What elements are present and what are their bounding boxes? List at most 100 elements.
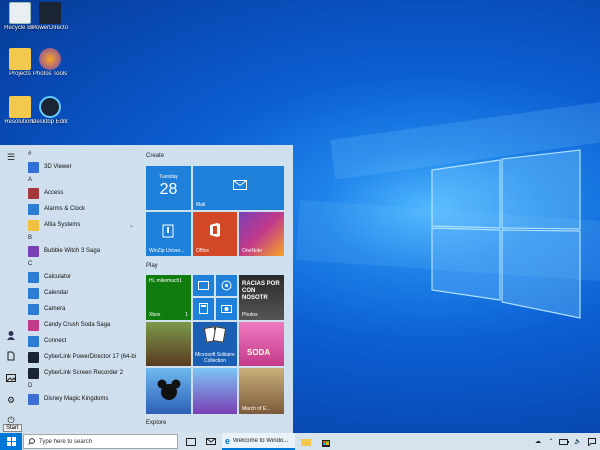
tile-onenote[interactable]: OneNote — [239, 212, 284, 256]
film-icon — [198, 281, 209, 290]
app-list-item[interactable]: 3D Viewer — [24, 159, 136, 175]
tile-office[interactable]: Office — [193, 212, 237, 256]
tile-march-of-empires[interactable]: March of E... — [239, 368, 284, 414]
app-list-item[interactable]: Calendar — [24, 285, 136, 301]
tile-camera[interactable] — [216, 298, 237, 320]
user-avatar-icon[interactable] — [5, 329, 17, 341]
battery-icon[interactable] — [558, 433, 570, 450]
calendar-day: Tuesday — [159, 174, 178, 180]
app-list-item[interactable]: Disney Magic Kingdoms — [24, 391, 136, 407]
app-icon — [28, 287, 39, 299]
mail-icon — [233, 180, 247, 190]
app-list-item-label: Candy Crush Soda Saga — [44, 322, 111, 328]
app-list-item-label: Alarms & Clock — [44, 206, 86, 212]
app-list-item-label: Calculator — [44, 274, 72, 280]
app-list-item[interactable]: Candy Crush Soda Saga — [24, 317, 136, 333]
desktop-icon[interactable]: Desktop Editor — [32, 96, 68, 126]
app-list-item[interactable]: Alarms & Clock — [24, 201, 136, 217]
tile-mail[interactable]: Mail — [193, 166, 284, 210]
documents-icon[interactable] — [5, 350, 17, 362]
task-view-icon — [186, 437, 196, 446]
edge-window-button[interactable]: e Welcome to Windo... — [222, 433, 295, 450]
app-list-item-label: Access — [44, 190, 64, 196]
tile-area: Create Tuesday 28 Mail WinZip Univer... … — [145, 145, 293, 433]
hamburger-menu-icon[interactable]: ☰ — [5, 151, 17, 163]
app-icon — [28, 271, 39, 283]
tile-photos[interactable]: RACIAS POR CON NOSOTR Photos — [239, 275, 284, 320]
show-hidden-icons-chevron-icon[interactable]: ⌃ — [546, 433, 556, 450]
tile-minecraft[interactable] — [146, 322, 191, 366]
camera-icon — [221, 305, 232, 313]
volume-icon[interactable]: 🔈 — [572, 433, 584, 450]
app-list-item-label: Bubble Witch 3 Saga — [44, 248, 101, 254]
taskbar-search-box[interactable]: Type here to search — [23, 434, 178, 449]
app-list-section-header[interactable]: A — [24, 175, 136, 185]
store-button[interactable] — [317, 433, 335, 450]
file-explorer-button[interactable] — [297, 433, 315, 450]
calculator-icon — [199, 303, 208, 314]
xbox-badge: 1 — [185, 312, 188, 318]
start-rail: ☰ ⚙ ⏻ Start — [0, 145, 22, 433]
app-list-item[interactable]: CyberLink Screen Recorder 2 — [24, 365, 136, 381]
app-list-section-header[interactable]: C — [24, 259, 136, 269]
action-center-icon[interactable] — [586, 433, 598, 450]
app-list-item[interactable]: Bubble Witch 3 Saga — [24, 243, 136, 259]
app-list-item[interactable]: Access — [24, 185, 136, 201]
app-list-item[interactable]: Calculator — [24, 269, 136, 285]
tile-label: Mail — [196, 202, 206, 208]
winzip-icon — [162, 224, 174, 238]
mail-taskbar-button[interactable] — [202, 433, 220, 450]
app-list-item-label: CyberLink Screen Recorder 2 — [44, 370, 124, 376]
tile-disney-magic-kingdoms[interactable] — [146, 368, 191, 414]
app-list-item[interactable]: Altia Systems ⌄ — [24, 217, 136, 233]
tile-winzip[interactable]: WinZip Univer... — [146, 212, 191, 256]
tile-xbox[interactable]: Hi, mikemuch1 Xbox 1 — [146, 275, 191, 320]
tile-bubble-witch[interactable] — [193, 368, 237, 414]
tile-solitaire[interactable]: Microsoft Solitaire Collection — [193, 322, 237, 366]
recycle-bin-icon — [9, 2, 31, 24]
mail-icon — [206, 438, 216, 445]
task-view-button[interactable] — [182, 433, 200, 450]
pictures-icon[interactable] — [5, 372, 17, 384]
folder-icon — [9, 96, 31, 118]
folder-icon — [301, 438, 311, 446]
app-list-item[interactable]: Camera — [24, 301, 136, 317]
app-icon — [28, 203, 39, 215]
app-icon — [28, 335, 39, 347]
edge-window-title: Welcome to Windo... — [233, 437, 289, 444]
tile-label: Office — [196, 248, 209, 254]
edge-icon: e — [225, 435, 231, 446]
calendar-date: 28 — [159, 181, 178, 198]
card-icon — [212, 326, 227, 343]
xbox-greeting: Hi, mikemuch1 — [149, 278, 183, 284]
start-tooltip: Start — [3, 424, 22, 432]
app-list-section-header[interactable]: B — [24, 233, 136, 243]
app-list-item[interactable]: CyberLink PowerDirector 17 (64-bit) — [24, 349, 136, 365]
tile-groove[interactable] — [216, 275, 237, 296]
app-icon — [28, 367, 39, 379]
desktop-icon-label: PowerDirector — [32, 25, 68, 31]
search-icon — [28, 438, 35, 445]
app-list-item[interactable]: Connect — [24, 333, 136, 349]
desktop-icon[interactable]: Photos Tools — [32, 48, 68, 78]
expand-chevron-icon[interactable]: ⌄ — [129, 222, 136, 229]
music-disc-icon — [221, 280, 232, 291]
app-list: #3D Viewer A Access Alarms & Clock Altia Sys… — [24, 149, 136, 433]
taskbar: Type here to search e Welcome to Windo..… — [0, 433, 600, 450]
app-icon — [28, 161, 39, 173]
start-button[interactable] — [0, 433, 22, 450]
tile-movies[interactable] — [193, 275, 214, 296]
app-icon — [28, 187, 39, 199]
tile-candy-crush-soda[interactable]: SODA — [239, 322, 284, 366]
tile-calculator[interactable] — [193, 298, 214, 320]
app-list-item-label: Altia Systems — [44, 222, 81, 228]
mickey-icon — [157, 379, 181, 400]
group-label-create: Create — [146, 153, 165, 159]
group-label-explore: Explore — [146, 420, 167, 426]
app-list-section-header[interactable]: # — [24, 149, 136, 159]
settings-gear-icon[interactable]: ⚙ — [5, 394, 17, 406]
app-list-section-header[interactable]: D — [24, 381, 136, 391]
desktop-icon[interactable]: PowerDirector — [32, 2, 68, 32]
cloud-icon[interactable]: ☁ — [532, 433, 544, 450]
tile-calendar[interactable]: Tuesday 28 — [146, 166, 191, 210]
